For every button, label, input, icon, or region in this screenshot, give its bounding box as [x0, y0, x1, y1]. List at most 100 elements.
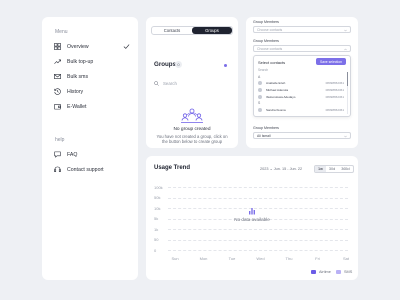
contact-row[interactable]: Sandra Ifeoma 08098652361	[258, 107, 344, 112]
sidebar-item-faq[interactable]: FAQ	[54, 150, 130, 159]
sidebar-item-label: E-Wallet	[67, 103, 87, 110]
groups-search-input[interactable]: Search	[154, 79, 224, 87]
sidebar-item-history[interactable]: History	[54, 87, 130, 96]
y-tick-label: 100k	[154, 184, 163, 190]
group-members-label: Group Members	[253, 20, 279, 24]
legend-airtime: Airtime	[311, 270, 331, 274]
chevron-down-icon	[344, 29, 347, 32]
group-admin-select[interactable]: Ali Ismail	[253, 132, 351, 139]
select-placeholder: Choose contacts	[257, 27, 283, 32]
group-members-select[interactable]: Choose contacts	[253, 26, 351, 33]
empty-state-description: You have not created a group, click on t…	[156, 134, 228, 145]
chat-icon	[54, 151, 61, 158]
sidebar-item-contact-support[interactable]: Contact support	[54, 165, 130, 174]
sidebar-item-bulk-sms[interactable]: Bulk sms	[54, 72, 130, 81]
search-icon	[154, 80, 159, 86]
y-tick-label: 0	[154, 247, 157, 253]
contact-name: Michael Adenola	[266, 87, 289, 92]
legend-label: Airtime	[319, 270, 331, 274]
contact-name: Anabelle Ezeh	[266, 80, 286, 85]
contact-phone: 08098652361	[325, 87, 344, 92]
wallet-icon	[54, 104, 61, 110]
no-data-message: No data available	[234, 217, 270, 222]
x-tick-label: Sun	[171, 256, 179, 261]
sidebar-item-label: History	[67, 88, 84, 95]
select-value: Ali Ismail	[257, 133, 271, 138]
y-tick-label: 10k	[154, 205, 161, 211]
chevron-down-icon	[344, 135, 347, 138]
sidebar-item-ewallet[interactable]: E-Wallet	[54, 102, 130, 111]
help-section-label: help	[55, 137, 65, 143]
gridline	[168, 250, 348, 251]
legend-swatch	[336, 270, 341, 274]
usage-trend-panel: Usage Trend 2023 ⌄ Jun. 15 - Jun. 22 1w …	[146, 156, 358, 280]
range-option-30d[interactable]: 30d	[326, 166, 338, 172]
usage-trend-title: Usage Trend	[154, 165, 191, 171]
sidebar-item-label: FAQ	[67, 151, 78, 158]
dropdown-search-input[interactable]: Search	[258, 68, 268, 72]
history-icon	[54, 88, 61, 95]
select-placeholder: Choose contacts	[257, 46, 283, 51]
gridline	[168, 197, 348, 199]
gridline	[168, 229, 348, 230]
empty-state-title: No group created	[173, 127, 211, 132]
dropdown-title: Select contacts	[258, 60, 286, 65]
scrollbar-thumb[interactable]	[346, 72, 348, 86]
x-tick-label: Fri	[315, 256, 320, 261]
x-tick-label: Mon	[199, 256, 208, 261]
gridline	[168, 208, 348, 209]
sidebar-item-label: Overview	[67, 43, 89, 50]
status-dot	[224, 64, 227, 67]
letter-divider: A	[258, 75, 261, 79]
contact-phone: 08098652361	[325, 107, 344, 112]
y-tick-label: 1k	[154, 226, 159, 232]
headset-icon	[54, 166, 61, 172]
legend-swatch	[311, 270, 316, 274]
save-selection-button[interactable]: Save selection	[315, 58, 346, 65]
gridline	[168, 239, 348, 241]
contact-phone: 08098652361	[325, 94, 344, 99]
check-icon	[123, 44, 130, 49]
x-tick-label: Sat	[342, 256, 349, 261]
grid-icon	[54, 43, 61, 50]
choose-contacts-select[interactable]: Choose contacts	[253, 45, 351, 52]
tab-groups[interactable]: Groups	[192, 27, 232, 34]
menu-section-label: Menu	[55, 29, 68, 35]
contact-row[interactable]: Anabelle Ezeh 08098652361	[258, 80, 344, 85]
avatar	[258, 94, 262, 99]
gridline	[168, 187, 348, 188]
legend-label: SMS	[344, 270, 353, 274]
avatar	[258, 87, 262, 92]
range-segmented-control: 1w 30d 365d	[314, 165, 354, 173]
letter-divider: S	[258, 101, 261, 105]
contact-phone: 08098652361	[325, 80, 344, 85]
groups-title: Groups	[154, 61, 177, 68]
groups-count-badge: 0	[175, 61, 182, 68]
contact-row[interactable]: Michael Adenola 08098652361	[258, 87, 344, 92]
select-contacts-dropdown: Select contacts Save selection Search A …	[253, 55, 351, 117]
date-range-picker[interactable]: 2023 ⌄ Jun. 15 - Jun. 22	[260, 166, 302, 171]
groups-panel: Contacts Groups Groups 0 Search No group…	[146, 17, 238, 148]
search-placeholder: Search	[163, 80, 177, 86]
group-members-panel: Group Members Choose contacts Group Memb…	[246, 17, 358, 148]
contact-row[interactable]: Ibukunoluwa Adedayo 08098652361	[258, 94, 344, 99]
mail-icon	[54, 74, 61, 79]
contact-name: Sandra Ifeoma	[266, 107, 286, 112]
date-range-text: Jun. 15 - Jun. 22	[273, 167, 303, 171]
bar-chart-icon	[249, 208, 255, 215]
sidebar-item-label: Contact support	[67, 166, 104, 173]
tab-contacts[interactable]: Contacts	[152, 27, 192, 34]
range-option-1w[interactable]: 1w	[315, 166, 326, 172]
year-select[interactable]: 2023	[260, 167, 268, 171]
contact-name: Ibukunoluwa Adedayo	[266, 94, 296, 99]
dropdown-scrollbar[interactable]	[346, 72, 348, 114]
y-tick-label: 50k	[154, 195, 161, 200]
range-option-365d[interactable]: 365d	[338, 166, 352, 172]
x-tick-label: Thu	[285, 256, 293, 261]
legend-sms: SMS	[336, 270, 352, 274]
sidebar: Menu Overview Bulk top-up Bulk sms Histo…	[42, 17, 138, 280]
sidebar-item-bulk-topup[interactable]: Bulk top-up	[54, 57, 130, 66]
sidebar-item-overview[interactable]: Overview	[54, 42, 130, 51]
sidebar-item-label: Bulk sms	[67, 73, 89, 80]
chevron-down-icon: ⌄	[269, 167, 273, 171]
